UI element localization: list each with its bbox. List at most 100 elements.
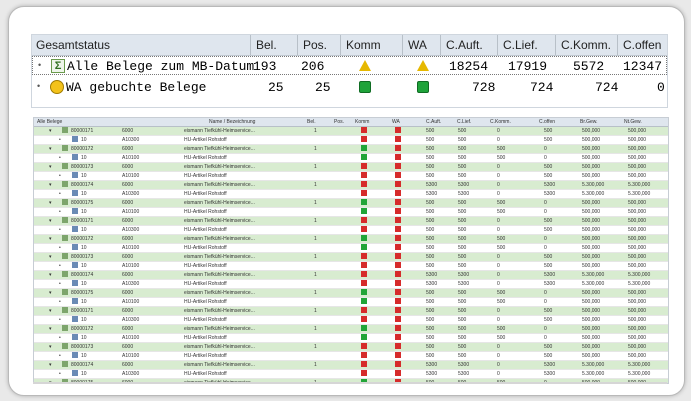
expand-triangle-icon[interactable]: ▾ <box>49 253 52 261</box>
red-status-icon <box>395 325 401 331</box>
c-komm-value: 0 <box>497 137 500 143</box>
expand-triangle-icon[interactable]: ▾ <box>49 289 52 297</box>
nt-gew-value: 500,000 <box>628 173 647 179</box>
item-row[interactable]: • 10 A10100 HU-Artikel Rohstoff 500 500 0 500 50… <box>34 352 668 361</box>
delivery-row[interactable]: ▾ 80000174 6000 eismann Tiefkühl-Heimservic… <box>34 181 668 190</box>
detail-panel: Alle Belege Name / Bezeichnung Bel. Pos.… <box>33 117 669 384</box>
expand-triangle-icon[interactable]: ▾ <box>49 199 52 207</box>
header-c-offen[interactable]: C.offen <box>539 118 555 126</box>
expand-triangle-icon[interactable]: ▾ <box>49 361 52 369</box>
green-status-icon <box>361 235 367 241</box>
c-offen-value: 5300 <box>544 362 556 368</box>
header-wa[interactable]: WA <box>402 35 427 55</box>
header-c-lief[interactable]: C.Lief. <box>457 118 471 126</box>
c-offen-value: 0 <box>544 326 547 332</box>
item-row[interactable]: • 10 A10100 HU-Artikel Rohstoff 500 500 0 500 50… <box>34 262 668 271</box>
summary-row-wa[interactable]: • WA gebuchte Belege 25 25 728 724 724 0 <box>32 77 667 97</box>
delivery-row[interactable]: ▾ 80000174 6000 eismann Tiefkühl-Heimservic… <box>34 271 668 280</box>
header-c-komm[interactable]: C.Komm. <box>490 118 511 126</box>
row-c-offen: 12347 <box>623 59 663 74</box>
header-c-offen[interactable]: C.offen <box>617 35 661 55</box>
br-gew-value: 500,000 <box>582 263 601 269</box>
red-status-icon <box>395 172 401 178</box>
expand-triangle-icon[interactable]: ▾ <box>49 325 52 333</box>
c-lief-value: 5300 <box>458 191 470 197</box>
header-name[interactable]: Name / Bezeichnung <box>209 118 255 126</box>
document-number: 80000173 <box>71 344 94 350</box>
material-code: A10100 <box>122 263 140 269</box>
bel-count: 1 <box>314 218 317 224</box>
item-row[interactable]: • 10 A10100 HU-Artikel Rohstoff 500 500 500 0 50… <box>34 298 668 307</box>
expand-triangle-icon[interactable]: ▾ <box>49 343 52 351</box>
c-offen-value: 500 <box>544 227 553 233</box>
name-description: HU-Artikel Rohstoff <box>184 245 227 251</box>
name-description: eismann Tiefkühl-Heimservice... <box>184 272 255 278</box>
header-c-auft[interactable]: C.Auft. <box>426 118 441 126</box>
header-wa[interactable]: WA <box>392 118 400 126</box>
expand-triangle-icon[interactable]: ▾ <box>49 271 52 279</box>
header-c-lief[interactable]: C.Lief. <box>497 35 538 55</box>
header-nt-gew[interactable]: Nt.Gew. <box>624 118 642 126</box>
nt-gew-value: 5.300,000 <box>628 272 651 278</box>
nt-gew-value: 500,000 <box>628 290 647 296</box>
delivery-row[interactable]: ▾ 80000173 6000 eismann Tiefkühl-Heimservic… <box>34 253 668 262</box>
material-code: 6000 <box>122 236 134 242</box>
header-br-gew[interactable]: Br.Gew. <box>580 118 598 126</box>
delivery-row[interactable]: ▾ 80000175 6000 eismann Tiefkühl-Heimservic… <box>34 289 668 298</box>
item-row[interactable]: • 10 A10300 HU-Artikel Rohstoff 500 500 0 500 50… <box>34 136 668 145</box>
name-description: HU-Artikel Rohstoff <box>184 317 227 323</box>
header-komm[interactable]: Komm <box>340 35 381 55</box>
delivery-row[interactable]: ▾ 80000171 6000 eismann Tiefkühl-Heimservic… <box>34 127 668 136</box>
expand-triangle-icon[interactable]: ▾ <box>49 145 52 153</box>
material-code: 6000 <box>122 344 134 350</box>
bullet-icon: • <box>59 227 61 233</box>
delivery-row[interactable]: ▾ 80000173 6000 eismann Tiefkühl-Heimservic… <box>34 343 668 352</box>
delivery-row[interactable]: ▾ 80000172 6000 eismann Tiefkühl-Heimservic… <box>34 235 668 244</box>
item-row[interactable]: • 10 A10300 HU-Artikel Rohstoff 500 500 0 500 50… <box>34 226 668 235</box>
header-pos[interactable]: Pos. <box>297 35 327 55</box>
header-bel[interactable]: Bel. <box>307 118 316 126</box>
c-komm-value: 500 <box>497 326 506 332</box>
header-c-komm[interactable]: C.Komm. <box>555 35 611 55</box>
document-number: 80000175 <box>71 200 94 206</box>
delivery-row[interactable]: ▾ 80000171 6000 eismann Tiefkühl-Heimservic… <box>34 307 668 316</box>
expand-triangle-icon[interactable]: ▾ <box>49 163 52 171</box>
nt-gew-value: 500,000 <box>628 227 647 233</box>
header-komm[interactable]: Komm <box>355 118 369 126</box>
item-row[interactable]: • 10 A10300 HU-Artikel Rohstoff 5300 5300 0 530… <box>34 190 668 199</box>
c-lief-value: 500 <box>458 308 467 314</box>
item-row[interactable]: • 10 A10100 HU-Artikel Rohstoff 500 500 500 0 50… <box>34 208 668 217</box>
expand-triangle-icon[interactable]: ▾ <box>49 217 52 225</box>
summary-row-all[interactable]: • Σ Alle Belege zum MB-Datum 193 206 182… <box>32 56 667 75</box>
item-row[interactable]: • 10 A10100 HU-Artikel Rohstoff 500 500 0 500 50… <box>34 172 668 181</box>
nt-gew-value: 500,000 <box>628 326 647 332</box>
delivery-icon <box>62 145 68 151</box>
delivery-row[interactable]: ▾ 80000172 6000 eismann Tiefkühl-Heimservic… <box>34 145 668 154</box>
header-gesamtstatus[interactable]: Gesamtstatus <box>36 38 110 52</box>
item-row[interactable]: • 10 A10100 HU-Artikel Rohstoff 500 500 500 0 50… <box>34 334 668 343</box>
delivery-row[interactable]: ▾ 80000173 6000 eismann Tiefkühl-Heimservic… <box>34 163 668 172</box>
nt-gew-value: 500,000 <box>628 317 647 323</box>
delivery-row[interactable]: ▾ 80000172 6000 eismann Tiefkühl-Heimservic… <box>34 325 668 334</box>
item-row[interactable]: • 10 A10300 HU-Artikel Rohstoff 5300 5300 0 530… <box>34 370 668 379</box>
delivery-row[interactable]: ▾ 80000175 6000 eismann Tiefkühl-Heimservic… <box>34 199 668 208</box>
item-row[interactable]: • 10 A10300 HU-Artikel Rohstoff 500 500 0 500 50… <box>34 316 668 325</box>
item-row[interactable]: • 10 A10300 HU-Artikel Rohstoff 5300 5300 0 530… <box>34 280 668 289</box>
item-row[interactable]: • 10 A10100 HU-Artikel Rohstoff 500 500 500 0 50… <box>34 154 668 163</box>
expand-triangle-icon[interactable]: ▾ <box>49 181 52 189</box>
expand-triangle-icon[interactable]: ▾ <box>49 127 52 135</box>
header-alle-belege[interactable]: Alle Belege <box>37 118 62 126</box>
item-row[interactable]: • 10 A10100 HU-Artikel Rohstoff 500 500 500 0 50… <box>34 244 668 253</box>
header-bel[interactable]: Bel. <box>250 35 277 55</box>
delivery-row[interactable]: ▾ 80000174 6000 eismann Tiefkühl-Heimservic… <box>34 361 668 370</box>
header-pos[interactable]: Pos. <box>334 118 344 126</box>
c-lief-value: 500 <box>458 317 467 323</box>
expand-triangle-icon[interactable]: ▾ <box>49 307 52 315</box>
document-number: 80000171 <box>71 218 94 224</box>
expand-triangle-icon[interactable]: ▾ <box>49 235 52 243</box>
c-komm-value: 0 <box>497 254 500 260</box>
header-c-auft[interactable]: C.Auft. <box>440 35 483 55</box>
material-code: 6000 <box>122 290 134 296</box>
c-offen-value: 500 <box>544 344 553 350</box>
delivery-row[interactable]: ▾ 80000171 6000 eismann Tiefkühl-Heimservic… <box>34 217 668 226</box>
